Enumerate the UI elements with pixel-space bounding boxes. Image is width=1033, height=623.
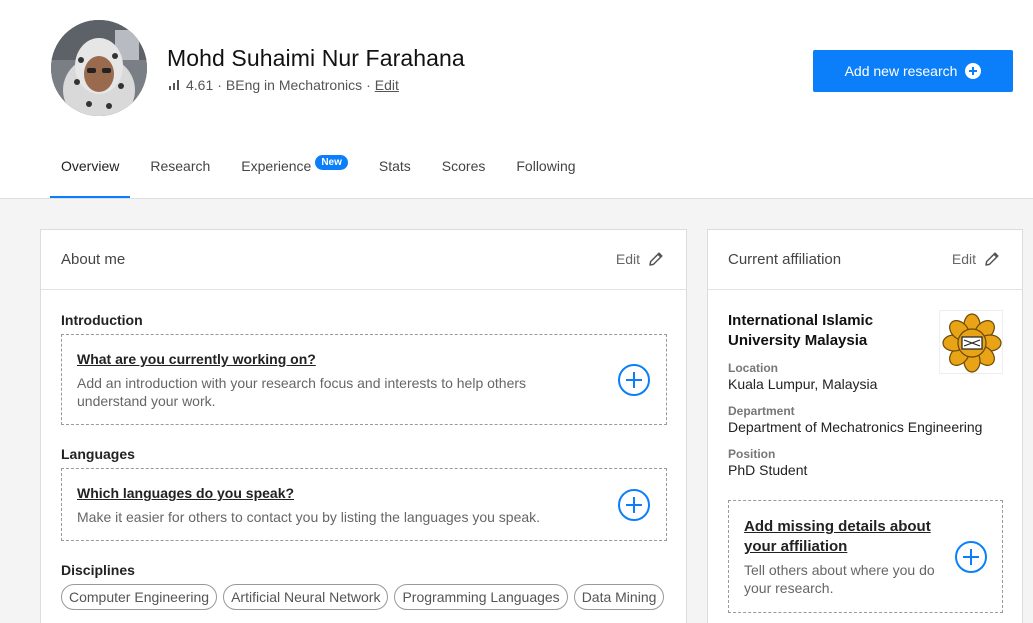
meta-separator: · xyxy=(366,77,371,93)
affiliation-header: Current affiliation Edit xyxy=(708,230,1022,290)
profile-name: Mohd Suhaimi Nur Farahana xyxy=(167,45,465,71)
missing-affiliation-box: Add missing details about your affiliati… xyxy=(728,500,1003,613)
institution-logo[interactable] xyxy=(939,310,1003,374)
introduction-box: What are you currently working on? Add a… xyxy=(61,334,667,425)
tab-label: Research xyxy=(150,158,211,174)
discipline-chip[interactable]: Programming Languages xyxy=(394,584,568,610)
department-value: Department of Mechatronics Engineering xyxy=(728,419,983,435)
position-label: Position xyxy=(728,447,776,461)
tab-research[interactable]: Research xyxy=(139,146,221,198)
discipline-chip[interactable]: Artificial Neural Network xyxy=(223,584,389,610)
add-new-research-label: Add new research xyxy=(844,63,958,79)
edit-degree-link[interactable]: Edit xyxy=(375,77,399,93)
research-score: 4.61 xyxy=(186,77,214,93)
disciplines-list: Computer Engineering Artificial Neural N… xyxy=(61,584,665,610)
score-bars-icon xyxy=(169,80,179,90)
edit-label: Edit xyxy=(951,251,976,267)
tab-label: Overview xyxy=(61,158,120,174)
tab-label: Experience xyxy=(241,158,312,174)
languages-box: Which languages do you speak? Make it ea… xyxy=(61,468,667,541)
tab-stats[interactable]: Stats xyxy=(368,146,422,198)
edit-label: Edit xyxy=(615,251,640,267)
tab-following[interactable]: Following xyxy=(505,146,586,198)
tab-label: Scores xyxy=(441,158,486,174)
pencil-icon xyxy=(649,252,663,266)
about-me-card: About me Edit Introduction What are you … xyxy=(40,229,687,623)
add-introduction-icon[interactable] xyxy=(618,364,650,396)
about-me-edit-button[interactable]: Edit xyxy=(616,251,664,267)
languages-label: Languages xyxy=(61,446,135,462)
tab-overview[interactable]: Overview xyxy=(50,146,131,198)
tab-scores[interactable]: Scores xyxy=(431,146,497,198)
add-missing-details-link[interactable]: Add missing details about your affiliati… xyxy=(744,517,944,557)
introduction-question-link[interactable]: What are you currently working on? xyxy=(77,351,316,367)
add-language-icon[interactable] xyxy=(618,489,650,521)
location-value: Kuala Lumpur, Malaysia xyxy=(728,376,878,392)
position-value: PhD Student xyxy=(728,462,808,478)
profile-tabs: Overview Research Experience New Stats Sc… xyxy=(50,146,596,199)
missing-affiliation-description: Tell others about where you do your rese… xyxy=(744,562,935,596)
tab-label: Stats xyxy=(378,158,411,174)
about-me-header: About me Edit xyxy=(41,230,686,290)
introduction-description: Add an introduction with your research f… xyxy=(77,375,527,409)
institution-name[interactable]: International Islamic University Malaysi… xyxy=(728,311,928,351)
languages-question-link[interactable]: Which languages do you speak? xyxy=(77,485,294,501)
plus-circle-icon xyxy=(965,63,982,79)
department-label: Department xyxy=(728,404,795,418)
tab-label: Following xyxy=(516,158,576,174)
languages-description: Make it easier for others to contact you… xyxy=(77,509,541,525)
avatar[interactable] xyxy=(51,20,147,116)
disciplines-label: Disciplines xyxy=(61,562,135,578)
discipline-chip[interactable]: Computer Engineering xyxy=(61,584,218,610)
profile-header: Mohd Suhaimi Nur Farahana 4.61 · BEng in… xyxy=(0,0,1033,199)
add-new-research-button[interactable]: Add new research xyxy=(813,50,1013,92)
add-affiliation-details-icon[interactable] xyxy=(955,541,987,573)
introduction-label: Introduction xyxy=(61,312,143,328)
location-label: Location xyxy=(728,361,778,375)
degree: BEng in Mechatronics xyxy=(225,77,363,93)
discipline-chip[interactable]: Data Mining xyxy=(573,584,665,610)
profile-meta: 4.61 · BEng in Mechatronics · Edit xyxy=(169,77,399,93)
meta-separator: · xyxy=(217,77,222,93)
new-badge: New xyxy=(315,155,348,170)
affiliation-edit-button[interactable]: Edit xyxy=(952,251,1000,267)
about-me-title: About me xyxy=(61,251,126,268)
pencil-icon xyxy=(985,252,999,266)
affiliation-title: Current affiliation xyxy=(728,251,842,268)
current-affiliation-card: Current affiliation Edit International I… xyxy=(707,229,1023,623)
tab-experience[interactable]: Experience New xyxy=(230,146,359,198)
